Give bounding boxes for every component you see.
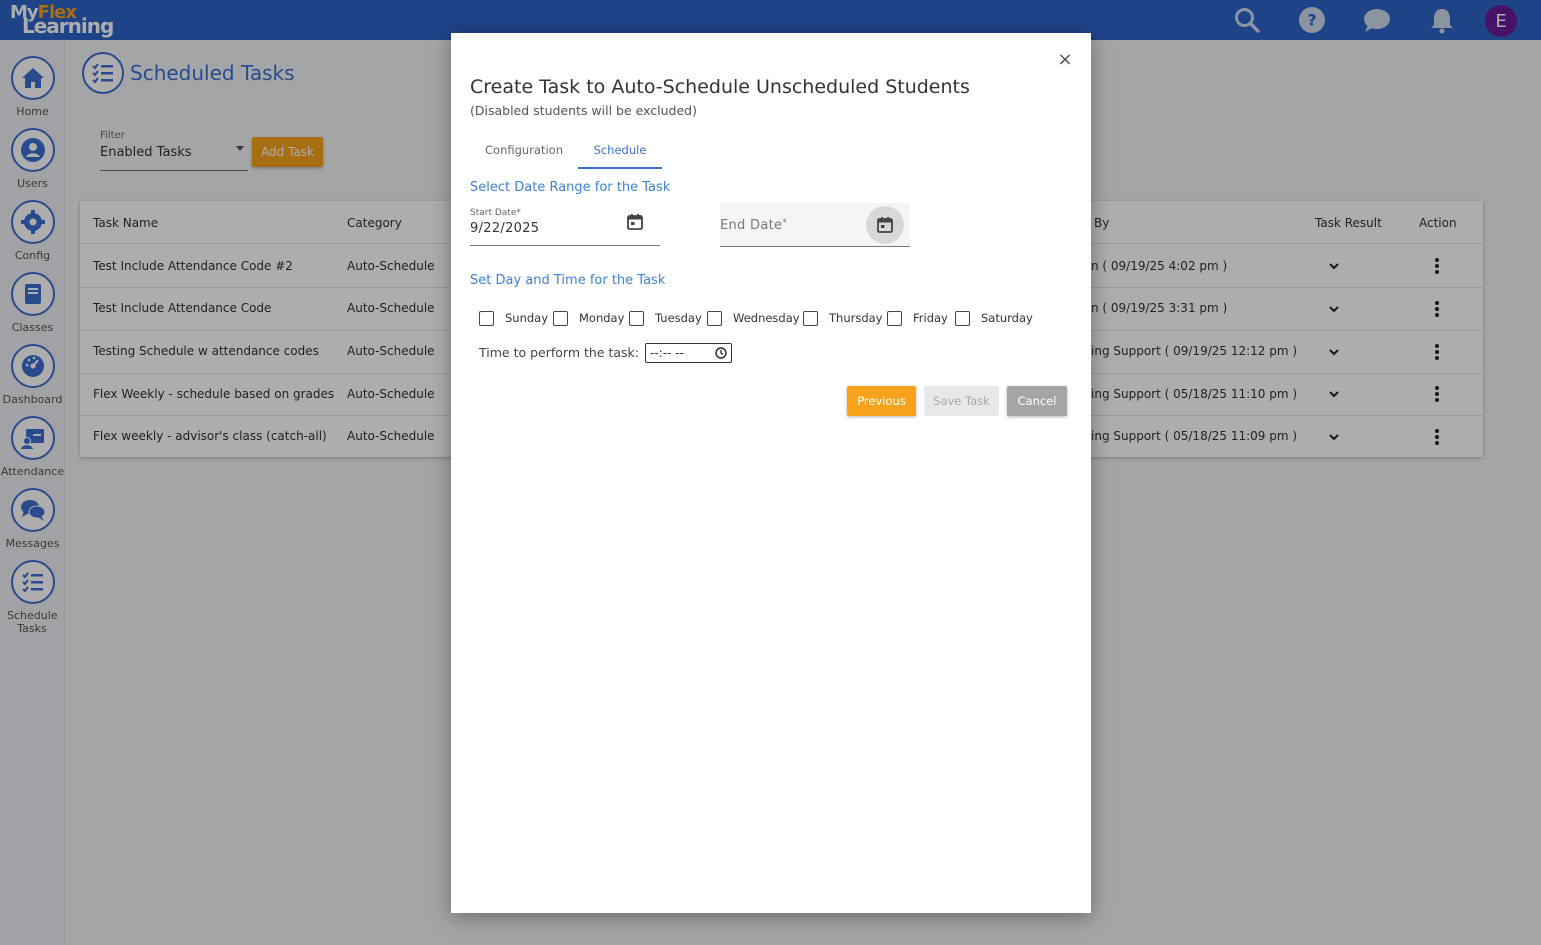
day-thursday[interactable]: Thursday <box>803 309 882 327</box>
day-saturday[interactable]: Saturday <box>955 309 1033 327</box>
time-input[interactable]: --:-- -- <box>645 343 732 363</box>
clock-icon[interactable] <box>715 347 727 359</box>
time-label: Time to perform the task: <box>479 345 639 360</box>
cancel-button[interactable]: Cancel <box>1007 386 1067 416</box>
day-label: Monday <box>579 311 625 325</box>
end-date-label: End Date* <box>720 218 788 233</box>
calendar-icon[interactable] <box>626 213 644 231</box>
save-task-button[interactable]: Save Task <box>924 386 999 416</box>
checkbox[interactable] <box>629 310 644 326</box>
day-label: Saturday <box>981 311 1033 325</box>
calendar-icon <box>877 217 893 233</box>
dialog-title: Create Task to Auto-Schedule Unscheduled… <box>470 76 970 98</box>
day-label: Tuesday <box>655 311 702 325</box>
close-icon[interactable]: × <box>1056 51 1074 69</box>
previous-button[interactable]: Previous <box>847 386 916 416</box>
day-friday[interactable]: Friday <box>887 309 948 327</box>
day-wednesday[interactable]: Wednesday <box>707 309 800 327</box>
day-label: Thursday <box>829 311 883 325</box>
create-task-dialog: × Create Task to Auto-Schedule Unschedul… <box>451 33 1091 913</box>
day-label: Sunday <box>505 311 549 325</box>
day-time-title: Set Day and Time for the Task <box>470 273 666 288</box>
dialog-subtitle: (Disabled students will be excluded) <box>470 103 697 118</box>
tab-schedule[interactable]: Schedule <box>578 136 662 169</box>
time-placeholder: --:-- -- <box>650 346 684 360</box>
day-sunday[interactable]: Sunday <box>479 309 548 327</box>
date-range-title: Select Date Range for the Task <box>470 180 671 195</box>
checkbox[interactable] <box>553 310 568 326</box>
day-tuesday[interactable]: Tuesday <box>629 309 702 327</box>
checkbox[interactable] <box>803 310 818 326</box>
checkbox[interactable] <box>707 310 722 326</box>
day-label: Friday <box>913 311 948 325</box>
calendar-button[interactable] <box>866 206 904 244</box>
day-label: Wednesday <box>733 311 800 325</box>
checkbox[interactable] <box>887 310 902 326</box>
checkbox[interactable] <box>479 310 494 326</box>
day-monday[interactable]: Monday <box>553 309 624 327</box>
tab-configuration[interactable]: Configuration <box>474 136 574 169</box>
checkbox[interactable] <box>955 310 970 326</box>
start-date-field[interactable]: Start Date* 9/22/2025 <box>470 208 660 246</box>
end-date-field[interactable]: End Date* <box>720 203 910 247</box>
